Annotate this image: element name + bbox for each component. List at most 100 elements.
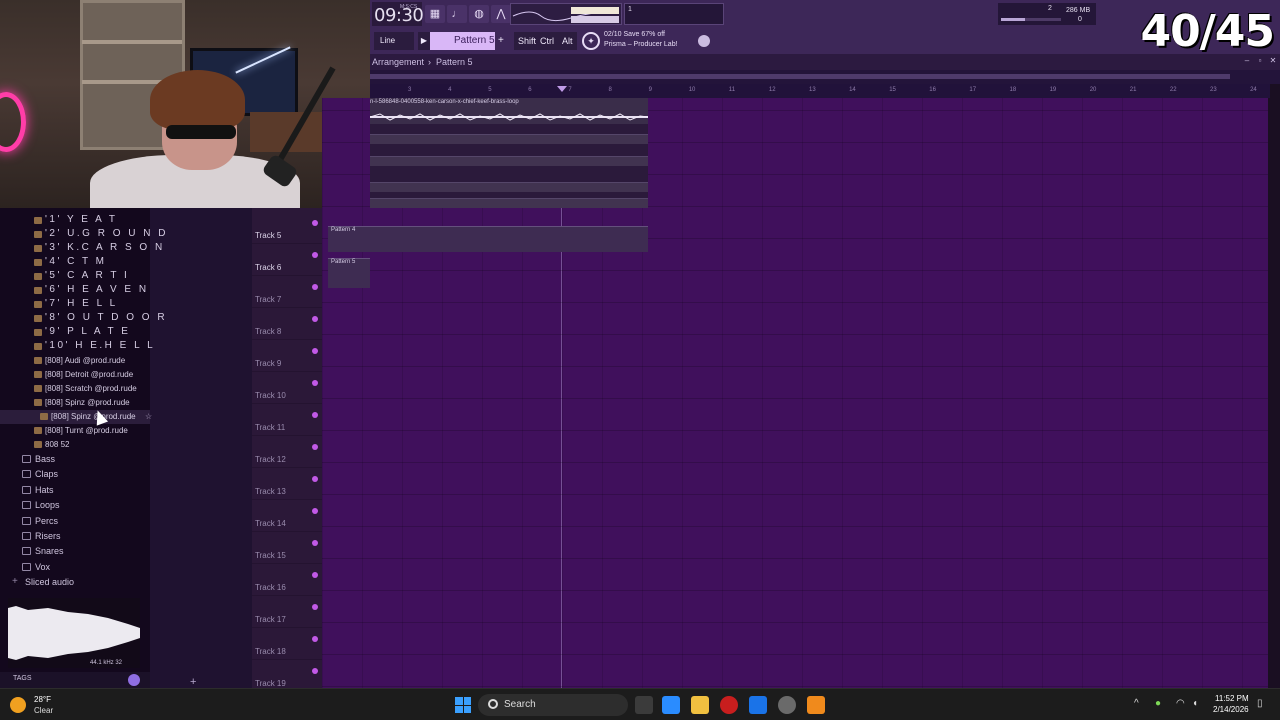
pattern-menu-arrow[interactable]: ▶ — [418, 32, 430, 50]
track-enable-icon[interactable] — [312, 252, 318, 258]
weather-condition[interactable]: Clear — [34, 706, 53, 715]
browser-item[interactable]: '8' O U T D O O R — [0, 312, 165, 326]
track-row[interactable]: Track 10 — [252, 372, 322, 404]
audio-clip[interactable]: n-l-586848-0400558-ken-carson-x-chief-ke… — [370, 98, 648, 124]
browser-item[interactable]: [808] Scratch @prod.rude — [0, 382, 150, 396]
browser-folder[interactable]: Claps — [0, 467, 150, 482]
wifi-icon[interactable]: ◠ — [1176, 698, 1185, 709]
minimize-icon[interactable]: – — [1242, 56, 1252, 66]
browser-item[interactable]: [808] Detroit @prod.rude — [0, 368, 150, 382]
browser-folder[interactable]: Risers — [0, 529, 150, 544]
track-row[interactable]: Track 17 — [252, 596, 322, 628]
track-row[interactable]: Track 14 — [252, 500, 322, 532]
typing-keyboard-icon[interactable]: ▦ — [425, 5, 445, 23]
track-enable-icon[interactable] — [312, 572, 318, 578]
task-view-icon[interactable] — [635, 696, 653, 714]
copilot-icon[interactable] — [662, 696, 680, 714]
promo-line-2[interactable]: Prisma – Producer Lab! — [604, 41, 678, 48]
track-enable-icon[interactable] — [312, 220, 318, 226]
browser-item[interactable]: [808] Audi @prod.rude — [0, 354, 150, 368]
browser-item[interactable]: [808] Spinz @prod.rude ☆ — [0, 410, 152, 424]
browser-item[interactable]: 808 52 — [0, 438, 150, 452]
browser-folder[interactable]: Hats — [0, 483, 150, 498]
track-row[interactable]: Track 5 — [252, 212, 322, 244]
automation-lane[interactable] — [370, 134, 648, 144]
track-row[interactable]: Track 9 — [252, 340, 322, 372]
timeline-ruler[interactable]: 3 4 5 6 7 8 9 10 11 12 13 14 15 16 17 18 19 20 21 22 23 24 — [370, 84, 1270, 98]
playhead-marker[interactable] — [557, 86, 567, 92]
breadcrumb-pattern[interactable]: Pattern 5 — [436, 57, 473, 67]
track-row[interactable]: Track 12 — [252, 436, 322, 468]
browser-item[interactable]: '3' K.C A R S O N — [0, 242, 162, 256]
add-pattern-button[interactable]: + — [498, 32, 508, 50]
file-explorer-icon[interactable] — [691, 696, 709, 714]
time-display[interactable]: 09:30 M:S:CS — [372, 2, 424, 26]
browser-folder[interactable]: Snares — [0, 544, 150, 559]
horizontal-scrollbar[interactable] — [370, 70, 1280, 84]
pattern-clip-4[interactable]: Pattern 4 — [328, 226, 648, 252]
windows-start-icon[interactable] — [455, 697, 471, 713]
browser-folder[interactable]: Percs — [0, 514, 150, 529]
track-row[interactable]: Track 13 — [252, 468, 322, 500]
browser-item[interactable]: '4' C T M — [0, 256, 150, 270]
track-row[interactable]: Track 16 — [252, 564, 322, 596]
alt-button[interactable]: Alt — [558, 32, 577, 50]
pattern-clip-5[interactable]: Pattern 5 — [328, 258, 370, 288]
volume-icon[interactable]: ◖ — [1192, 698, 1198, 709]
automation-lane[interactable] — [370, 198, 648, 208]
weather-temp[interactable]: 28°F — [34, 695, 51, 704]
search-icon[interactable] — [128, 674, 140, 686]
maximize-icon[interactable]: ▫ — [1255, 56, 1265, 66]
scrollbar-thumb[interactable] — [370, 74, 1230, 79]
ctrl-button[interactable]: Ctrl — [536, 32, 558, 50]
track-row[interactable]: Track 15 — [252, 532, 322, 564]
browser-item[interactable]: '7' H E L L — [0, 298, 150, 312]
track-enable-icon[interactable] — [312, 540, 318, 546]
tray-mic-icon[interactable]: ● — [1155, 698, 1161, 709]
track-enable-icon[interactable] — [312, 604, 318, 610]
wait-record-icon[interactable]: ◍ — [469, 5, 489, 23]
track-enable-icon[interactable] — [312, 284, 318, 290]
metronome-count-icon[interactable]: ♩ — [447, 5, 467, 23]
obs-icon[interactable] — [778, 696, 796, 714]
favorite-star-icon[interactable]: ☆ — [145, 412, 152, 421]
clock-time[interactable]: 11:52 PM — [1215, 694, 1249, 703]
track-row[interactable]: Track 18 — [252, 628, 322, 660]
promo-line-1[interactable]: 02/10 Save 67% off — [604, 31, 665, 38]
track-enable-icon[interactable] — [312, 412, 318, 418]
track-enable-icon[interactable] — [312, 476, 318, 482]
track-row[interactable]: Track 7 — [252, 276, 322, 308]
browser-folder[interactable]: Bass — [0, 452, 150, 467]
online-globe-icon[interactable] — [698, 35, 710, 47]
snap-select[interactable]: Line — [374, 32, 414, 50]
notification-icon[interactable]: ▯ — [1257, 698, 1263, 709]
track-enable-icon[interactable] — [312, 316, 318, 322]
browser-item[interactable]: '5' C A R T I — [0, 270, 150, 284]
track-enable-icon[interactable] — [312, 508, 318, 514]
track-row[interactable]: Track 8 — [252, 308, 322, 340]
weather-icon[interactable] — [10, 697, 26, 713]
track-enable-icon[interactable] — [312, 380, 318, 386]
track-enable-icon[interactable] — [312, 668, 318, 674]
browser-item[interactable]: [808] Turnt @prod.rude — [0, 424, 150, 438]
breadcrumb-arrangement[interactable]: Arrangement — [372, 57, 424, 67]
automation-lane[interactable] — [370, 182, 648, 192]
tray-chevron-icon[interactable]: ^ — [1134, 698, 1139, 709]
pattern-selector[interactable]: Pattern 5 — [430, 32, 495, 50]
browser-item[interactable]: '9' P L A T E — [0, 326, 150, 340]
browser-item[interactable]: '2' U.G R O U N D — [0, 228, 166, 242]
store-icon[interactable] — [749, 696, 767, 714]
news-icon[interactable]: ✦ — [582, 32, 600, 50]
automation-lane[interactable] — [370, 156, 648, 166]
opera-icon[interactable] — [720, 696, 738, 714]
browser-item[interactable]: [808] Spinz @prod.rude — [0, 396, 150, 410]
tempo-tap-icon[interactable]: ⋀ — [491, 5, 511, 23]
track-row[interactable]: Track 6 — [252, 244, 322, 276]
taskbar-search[interactable]: Search — [478, 694, 628, 716]
track-row[interactable]: Track 11 — [252, 404, 322, 436]
track-enable-icon[interactable] — [312, 348, 318, 354]
browser-folder[interactable]: Vox — [0, 560, 150, 575]
track-enable-icon[interactable] — [312, 444, 318, 450]
browser-item[interactable]: '10' H E.H E L L — [0, 340, 153, 354]
sample-preview[interactable] — [8, 598, 140, 668]
